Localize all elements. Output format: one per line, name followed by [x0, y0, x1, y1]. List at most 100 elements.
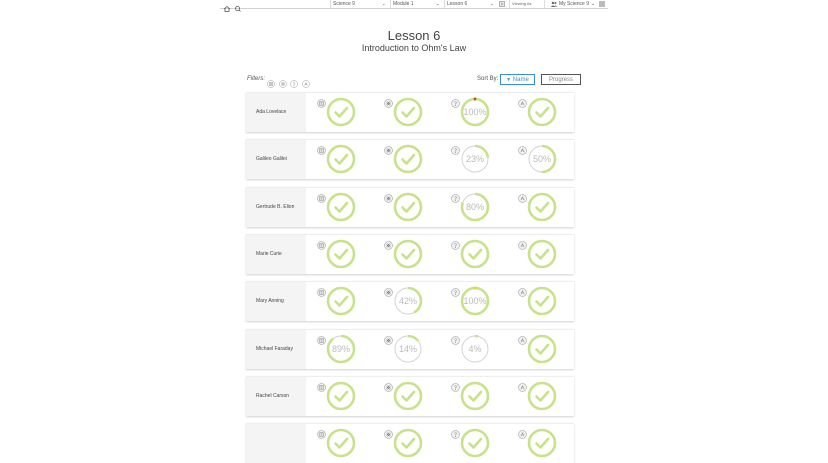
activity-progress-cell[interactable] — [375, 140, 442, 179]
activity-progress-cell[interactable]: 14% — [375, 330, 442, 369]
assessment-icon — [518, 426, 527, 435]
progress-ring — [393, 428, 423, 458]
assessment-filter-icon[interactable] — [302, 75, 310, 83]
progress-ring — [527, 192, 557, 222]
lesson-progress-cell[interactable] — [308, 188, 375, 227]
progress-ring — [460, 381, 490, 411]
progress-ring — [326, 192, 356, 222]
chevron-down-icon: ⌄ — [382, 0, 386, 8]
student-name[interactable]: Ada Lovelace — [246, 93, 306, 132]
my-class-select[interactable]: My Science 9⌄ — [559, 0, 595, 8]
checkmark-icon — [326, 192, 356, 222]
lesson-progress-cell[interactable] — [308, 140, 375, 179]
assessment-icon — [518, 332, 527, 341]
lesson-progress-cell[interactable] — [308, 93, 375, 132]
assessment-progress-cell[interactable] — [509, 188, 576, 227]
student-name[interactable]: Gertrude B. Elion — [246, 188, 306, 227]
question-progress-cell[interactable]: 80% — [442, 188, 509, 227]
module-select[interactable]: Module 1 ⌄ — [390, 0, 442, 8]
sort-by-name-button[interactable]: ▼ Name — [500, 74, 535, 85]
users-icon — [550, 1, 558, 7]
lesson-icon — [317, 284, 326, 293]
class-select[interactable]: Science 9⌄ — [330, 0, 388, 8]
sort-by-progress-button[interactable]: Progress — [541, 74, 581, 85]
assessment-progress-cell[interactable] — [509, 282, 576, 321]
question-progress-cell[interactable]: 4% — [442, 330, 509, 369]
question-icon — [451, 190, 460, 199]
home-button[interactable] — [222, 0, 232, 8]
question-filter-icon[interactable] — [290, 75, 298, 83]
question-icon — [451, 332, 460, 341]
viewing-as-field[interactable]: Viewing As — [509, 0, 545, 8]
activity-filter-icon[interactable] — [279, 75, 287, 83]
lesson-icon — [317, 190, 326, 199]
assessment-progress-cell[interactable] — [509, 377, 576, 416]
student-name[interactable]: Mary Anning — [246, 282, 306, 321]
checkmark-icon — [393, 239, 423, 269]
question-progress-cell[interactable]: 100% — [442, 93, 509, 132]
lesson-icon — [317, 379, 326, 388]
assessment-progress-cell[interactable] — [509, 330, 576, 369]
progress-ring — [527, 428, 557, 458]
question-icon — [451, 142, 460, 151]
lesson-progress-cell[interactable] — [308, 377, 375, 416]
progress-ring — [326, 381, 356, 411]
question-progress-cell[interactable] — [442, 377, 509, 416]
activity-progress-cell[interactable] — [375, 377, 442, 416]
checkmark-icon — [326, 144, 356, 174]
checkmark-icon — [527, 334, 557, 364]
checkmark-icon — [393, 381, 423, 411]
chevron-down-icon: ⌄ — [490, 0, 494, 8]
student-name[interactable]: Michael Faraday — [246, 330, 306, 369]
module-select-value: Module 1 — [393, 1, 414, 7]
lesson-progress-cell[interactable]: 89% — [308, 330, 375, 369]
student-name[interactable]: Galileo Galilei — [246, 140, 306, 179]
lesson-filter-icon[interactable] — [267, 75, 275, 83]
assessment-progress-cell[interactable] — [509, 235, 576, 274]
checkmark-icon — [393, 144, 423, 174]
activity-icon — [384, 426, 393, 435]
progress-percent: 100% — [460, 286, 490, 316]
question-icon — [451, 426, 460, 435]
lesson-progress-cell[interactable] — [308, 235, 375, 274]
activity-progress-cell[interactable] — [375, 188, 442, 227]
checkmark-icon — [527, 286, 557, 316]
progress-ring — [527, 239, 557, 269]
activity-progress-cell[interactable] — [375, 235, 442, 274]
lesson-icon — [317, 426, 326, 435]
activity-progress-cell[interactable]: 42% — [375, 282, 442, 321]
student-name[interactable]: Rachel Carson — [246, 377, 306, 416]
student-row: Michael Faraday89%14% 4% — [246, 329, 574, 369]
assessment-progress-cell[interactable] — [509, 93, 576, 132]
checkmark-icon — [527, 428, 557, 458]
assessment-icon — [518, 237, 527, 246]
activity-icon — [384, 379, 393, 388]
assessment-progress-cell[interactable]: 50% — [509, 140, 576, 179]
caret-down-icon: ▼ — [506, 77, 511, 83]
assessment-icon — [518, 284, 527, 293]
progress-percent: 100% — [460, 97, 490, 127]
checkmark-icon — [460, 428, 490, 458]
search-button[interactable] — [233, 0, 243, 8]
progress-percent: 80% — [460, 192, 490, 222]
menu-icon[interactable] — [598, 1, 606, 7]
progress-ring — [326, 239, 356, 269]
progress-percent: 4% — [460, 334, 490, 364]
activity-progress-cell[interactable] — [375, 93, 442, 132]
checkmark-icon — [527, 239, 557, 269]
progress-ring — [393, 381, 423, 411]
question-progress-cell[interactable]: 23% — [442, 140, 509, 179]
home-icon — [222, 5, 232, 13]
question-progress-cell[interactable] — [442, 235, 509, 274]
checkmark-icon — [326, 239, 356, 269]
filters-label: Filters: — [247, 76, 265, 82]
progress-ring — [527, 286, 557, 316]
question-progress-cell[interactable]: 100% — [442, 282, 509, 321]
student-row: Mary Anning 42% 100% — [246, 281, 574, 321]
chevron-down-icon: ⌄ — [436, 0, 440, 8]
student-name[interactable]: Marie Curie — [246, 235, 306, 274]
lesson-progress-cell[interactable] — [308, 282, 375, 321]
lesson-select[interactable]: Lesson 6⌄ — [444, 0, 496, 8]
checkmark-icon — [527, 381, 557, 411]
checkmark-icon — [527, 192, 557, 222]
